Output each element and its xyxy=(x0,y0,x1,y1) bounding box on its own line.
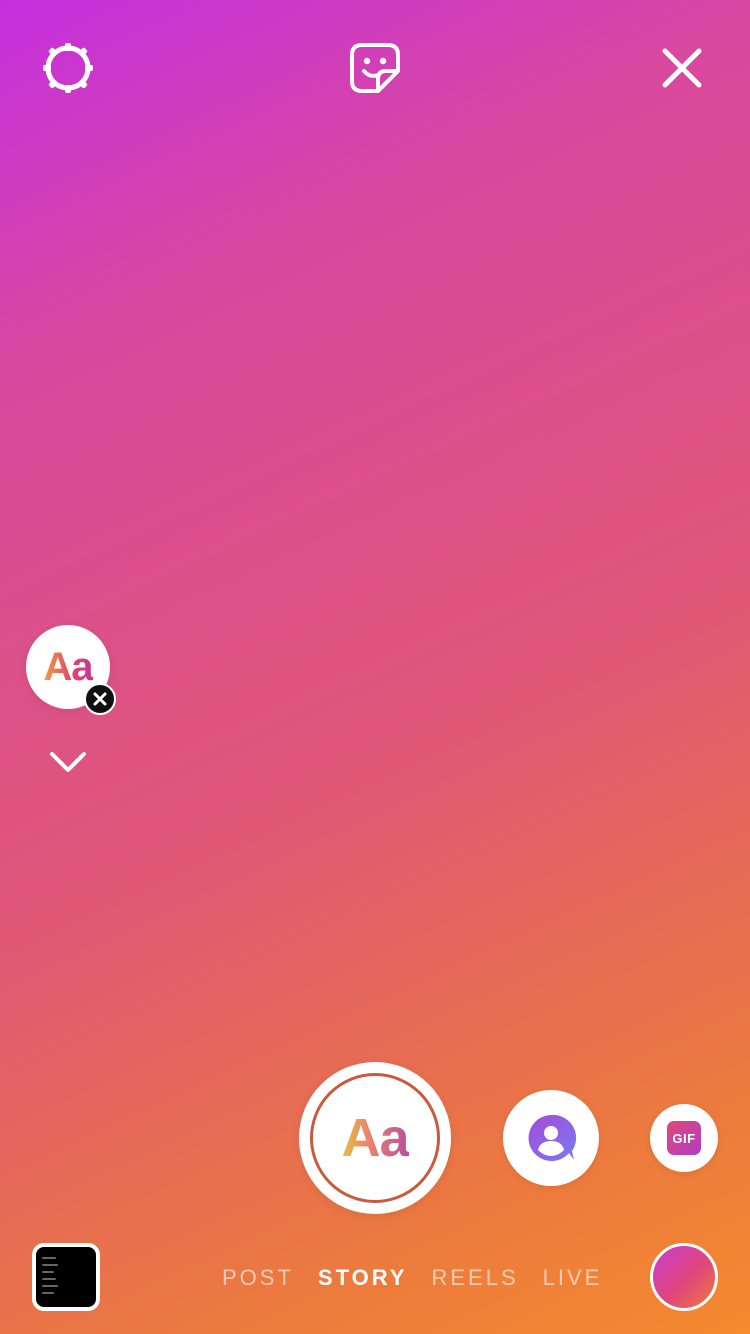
tab-live[interactable]: LIVE xyxy=(543,1265,603,1291)
gallery-preview-image xyxy=(36,1247,96,1307)
settings-button[interactable] xyxy=(38,38,98,98)
gallery-thumbnail[interactable] xyxy=(32,1243,100,1311)
capture-button[interactable]: Aa xyxy=(299,1062,451,1214)
background-color-button[interactable] xyxy=(650,1243,718,1311)
close-icon xyxy=(662,48,702,88)
capture-label: Aa xyxy=(341,1108,409,1168)
gif-button[interactable]: GIF xyxy=(650,1104,718,1172)
mention-icon xyxy=(528,1114,576,1161)
chevron-down-icon xyxy=(50,752,86,772)
remove-create-mode-button[interactable] xyxy=(84,683,116,715)
mention-button[interactable] xyxy=(503,1090,599,1186)
tab-post[interactable]: POST xyxy=(222,1265,294,1291)
capture-ring: Aa xyxy=(310,1073,440,1203)
expand-modes-button[interactable] xyxy=(44,744,92,780)
story-camera-screen: Aa Aa GIF POST STORY REELS LIVE xyxy=(0,0,750,1334)
tab-story[interactable]: STORY xyxy=(318,1265,408,1291)
gear-icon xyxy=(43,43,93,93)
close-button[interactable] xyxy=(652,38,712,98)
camera-mode-tabs: POST STORY REELS LIVE xyxy=(222,1262,626,1294)
close-icon xyxy=(93,692,107,706)
tab-reels[interactable]: REELS xyxy=(431,1265,518,1291)
sticker-icon xyxy=(350,43,400,93)
gif-icon: GIF xyxy=(667,1121,701,1155)
gif-label: GIF xyxy=(672,1130,696,1146)
create-mode-label: Aa xyxy=(43,644,93,689)
sticker-button[interactable] xyxy=(345,38,405,98)
